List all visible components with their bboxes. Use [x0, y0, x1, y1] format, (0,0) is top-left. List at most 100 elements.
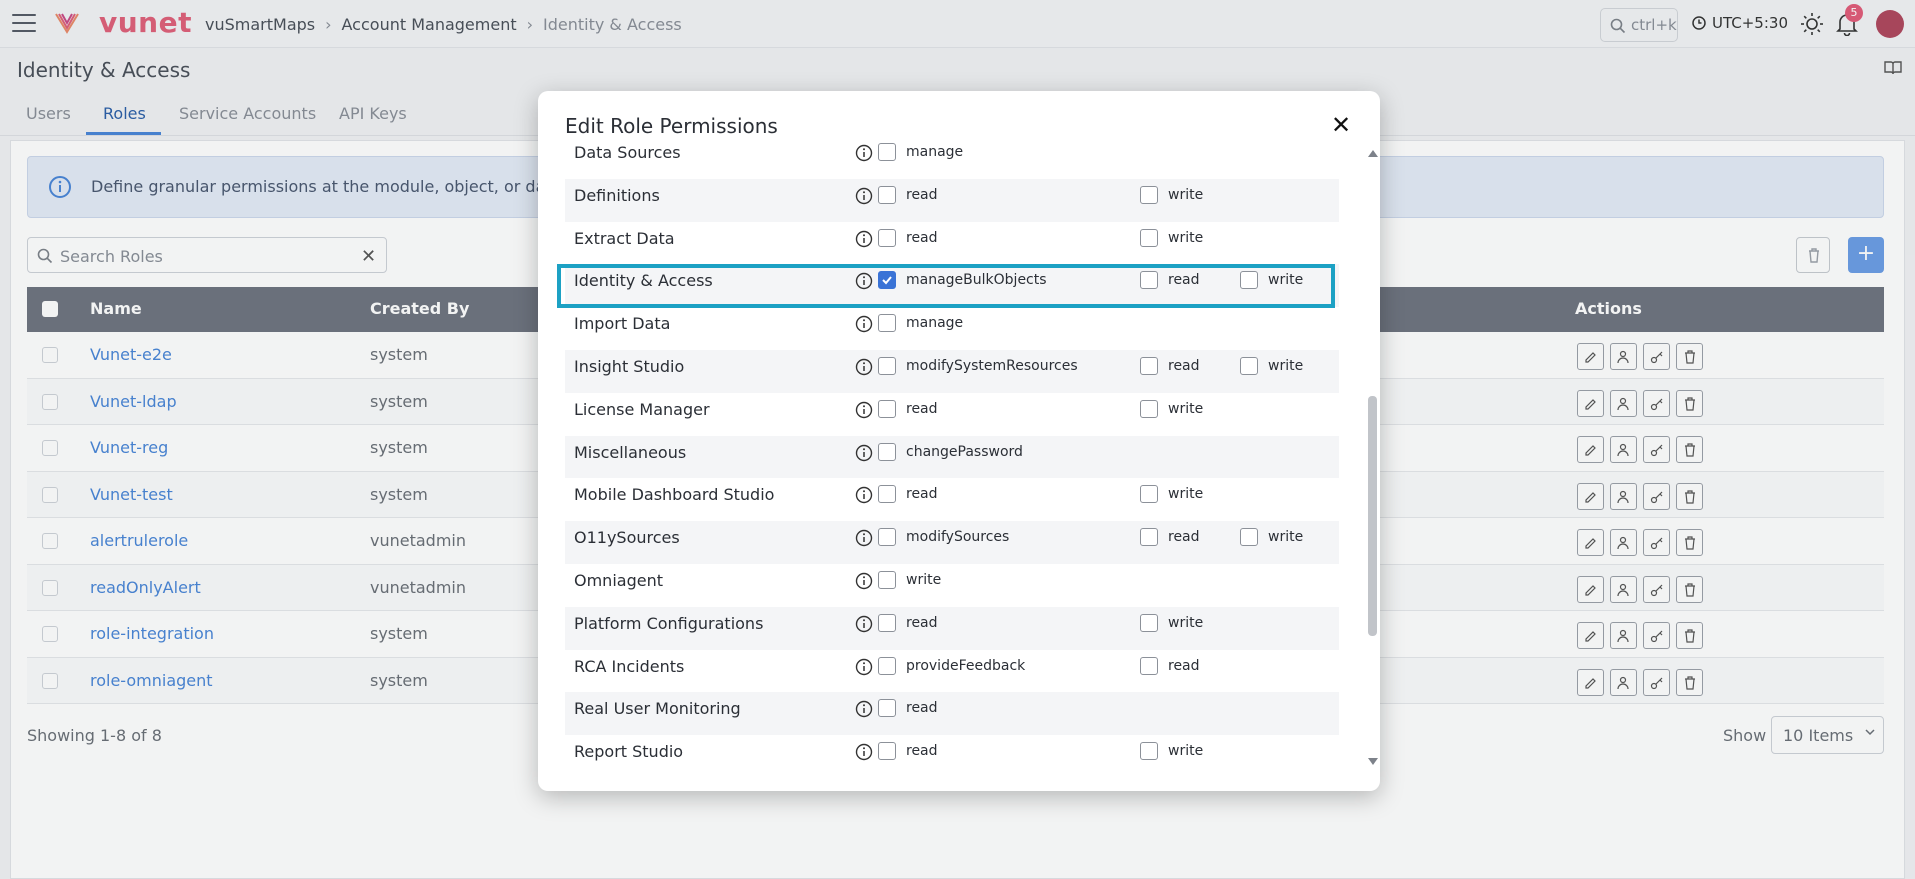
- permission-checkbox[interactable]: [1140, 228, 1158, 247]
- permissions-list[interactable]: Data Sources manage Definitions read wri…: [565, 141, 1339, 763]
- modal-scrollbar-thumb[interactable]: [1368, 396, 1377, 636]
- permission-row: Mobile Dashboard Studio read write: [565, 478, 1339, 521]
- info-icon[interactable]: [855, 358, 873, 376]
- permission-row: Definitions read write: [565, 178, 1339, 222]
- info-icon[interactable]: [855, 444, 873, 462]
- permission-option[interactable]: provideFeedback: [878, 656, 1025, 675]
- permission-checkbox[interactable]: [1240, 357, 1258, 375]
- permission-option[interactable]: write: [1140, 742, 1204, 761]
- permission-option[interactable]: write: [1140, 485, 1204, 504]
- permission-option[interactable]: write: [1140, 399, 1204, 418]
- scroll-up-arrow-icon[interactable]: [1368, 150, 1378, 157]
- permission-checkbox[interactable]: [1140, 357, 1158, 375]
- info-icon[interactable]: [855, 572, 873, 590]
- permission-module-label: Extract Data: [574, 228, 675, 248]
- permission-option-label: write: [1168, 614, 1204, 631]
- permission-option-label: modifySystemResources: [906, 358, 1078, 374]
- permission-checkbox[interactable]: [878, 314, 896, 333]
- highlighted-row-outline: [557, 264, 1335, 308]
- permission-option[interactable]: read: [878, 613, 938, 632]
- permission-checkbox[interactable]: [878, 571, 896, 589]
- permission-checkbox[interactable]: [878, 528, 896, 547]
- permission-module-label: RCA Incidents: [574, 656, 685, 676]
- permission-module-label: Insight Studio: [574, 357, 685, 376]
- permission-checkbox[interactable]: [1140, 742, 1158, 761]
- permission-option[interactable]: read: [1140, 528, 1200, 547]
- permission-row: Data Sources manage: [565, 141, 1339, 179]
- permission-checkbox[interactable]: [1240, 528, 1258, 547]
- permission-checkbox[interactable]: [878, 357, 896, 375]
- permission-checkbox[interactable]: [878, 613, 896, 632]
- permission-option[interactable]: read: [878, 742, 938, 761]
- permission-option[interactable]: write: [1240, 528, 1304, 547]
- permission-module-label: Real User Monitoring: [574, 699, 741, 719]
- close-icon[interactable]: ✕: [1331, 111, 1351, 139]
- permission-option[interactable]: write: [1240, 357, 1303, 375]
- permission-checkbox[interactable]: [1140, 485, 1158, 504]
- permission-option[interactable]: write: [878, 571, 941, 589]
- permission-option-label: write: [1168, 743, 1204, 760]
- permission-checkbox[interactable]: [878, 185, 896, 204]
- permission-module-label: License Manager: [574, 399, 710, 419]
- permission-module-label: Omniagent: [574, 571, 663, 590]
- permission-option-label: read: [906, 614, 938, 631]
- permission-checkbox[interactable]: [1140, 399, 1158, 418]
- permission-option-label: write: [906, 572, 942, 588]
- permission-checkbox[interactable]: [878, 742, 896, 761]
- permission-checkbox[interactable]: [878, 699, 896, 718]
- permission-module-label: Miscellaneous: [574, 442, 687, 462]
- info-icon[interactable]: [855, 743, 873, 761]
- permission-checkbox[interactable]: [1140, 656, 1158, 675]
- permission-option[interactable]: read: [1140, 656, 1200, 675]
- permission-checkbox[interactable]: [878, 442, 896, 461]
- permission-option-label: read: [906, 486, 938, 503]
- permission-checkbox[interactable]: [1140, 613, 1158, 632]
- permission-option[interactable]: modifySources: [878, 528, 1009, 547]
- info-icon[interactable]: [855, 315, 873, 333]
- permission-option[interactable]: read: [878, 399, 938, 418]
- permission-checkbox[interactable]: [878, 485, 896, 504]
- permission-option-label: manage: [906, 144, 964, 160]
- permission-checkbox[interactable]: [878, 228, 896, 247]
- permission-option[interactable]: read: [878, 185, 938, 204]
- info-icon[interactable]: [855, 401, 873, 419]
- info-icon[interactable]: [855, 230, 873, 248]
- info-icon[interactable]: [855, 700, 873, 718]
- permission-option-label: write: [1268, 529, 1304, 546]
- permission-checkbox[interactable]: [878, 399, 896, 418]
- permission-module-label: Report Studio: [574, 742, 684, 762]
- permission-option-label: write: [1168, 400, 1204, 417]
- permission-module-label: Import Data: [574, 314, 671, 334]
- permission-option[interactable]: modifySystemResources: [878, 357, 1078, 375]
- permission-option[interactable]: changePassword: [878, 442, 1023, 461]
- permission-row: Miscellaneous changePassword: [565, 435, 1339, 479]
- permission-option[interactable]: write: [1140, 228, 1203, 247]
- info-icon[interactable]: [855, 144, 873, 162]
- permission-option[interactable]: read: [878, 485, 938, 504]
- info-icon[interactable]: [855, 187, 873, 205]
- permission-row: RCA Incidents provideFeedback read: [565, 650, 1339, 693]
- scroll-down-arrow-icon[interactable]: [1368, 758, 1378, 765]
- info-icon[interactable]: [855, 529, 873, 547]
- permission-option[interactable]: manage: [878, 314, 963, 333]
- info-icon[interactable]: [855, 486, 873, 504]
- info-icon[interactable]: [855, 658, 873, 676]
- permission-option[interactable]: write: [1140, 613, 1204, 632]
- permission-option-label: write: [1168, 486, 1204, 503]
- modal-title: Edit Role Permissions: [565, 114, 778, 138]
- permission-checkbox[interactable]: [1140, 528, 1158, 547]
- permission-option[interactable]: read: [878, 699, 938, 718]
- permission-row: Omniagent write: [565, 564, 1339, 607]
- permission-option-label: read: [1168, 358, 1200, 374]
- permission-checkbox[interactable]: [878, 656, 896, 675]
- permission-option[interactable]: read: [878, 228, 938, 247]
- permission-option[interactable]: write: [1140, 185, 1204, 204]
- permission-row: Insight Studio modifySystemResources rea…: [565, 350, 1339, 393]
- permission-option-label: write: [1168, 186, 1204, 203]
- permission-checkbox[interactable]: [1140, 185, 1158, 204]
- permission-option[interactable]: read: [1140, 357, 1200, 375]
- permission-checkbox[interactable]: [878, 143, 896, 161]
- permission-option-label: read: [1168, 529, 1200, 546]
- info-icon[interactable]: [855, 615, 873, 633]
- permission-option[interactable]: manage: [878, 143, 963, 161]
